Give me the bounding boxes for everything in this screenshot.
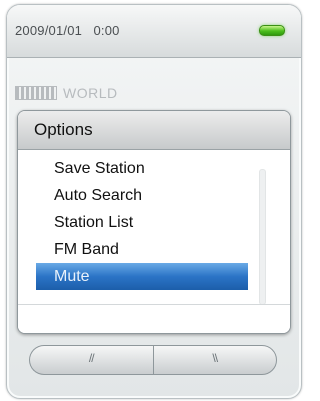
menu-item-fm-band[interactable]: FM Band: [36, 236, 248, 263]
right-softkey-button[interactable]: \\: [152, 345, 277, 375]
battery-icon: [259, 25, 285, 36]
dialog-title: Options: [34, 120, 93, 139]
device-screen: 2009/01/01 0:00 WORLD Options Save Stati…: [6, 4, 302, 399]
datetime-display: 2009/01/01 0:00: [15, 23, 120, 38]
options-menu: Save Station Auto Search Station List FM…: [36, 155, 248, 290]
menu-item-auto-search[interactable]: Auto Search: [36, 182, 248, 209]
softkey-bar: // \\: [29, 345, 277, 375]
status-bar: 2009/01/01 0:00: [7, 5, 301, 58]
left-softkey-button[interactable]: //: [29, 345, 153, 375]
menu-item-station-list[interactable]: Station List: [36, 209, 248, 236]
menu-item-save-station[interactable]: Save Station: [36, 155, 248, 182]
station-name: WORLD: [63, 85, 118, 101]
options-dialog: Options Save Station Auto Search Station…: [17, 110, 291, 334]
dialog-header: Options: [18, 111, 290, 150]
dialog-footer: [18, 304, 290, 333]
left-softkey-icon: //: [88, 351, 95, 365]
station-icon: [15, 86, 57, 100]
right-softkey-icon: \\: [212, 351, 218, 365]
scrollbar[interactable]: [259, 169, 266, 305]
menu-item-mute[interactable]: Mute: [36, 263, 248, 290]
station-row: WORLD: [15, 85, 118, 101]
